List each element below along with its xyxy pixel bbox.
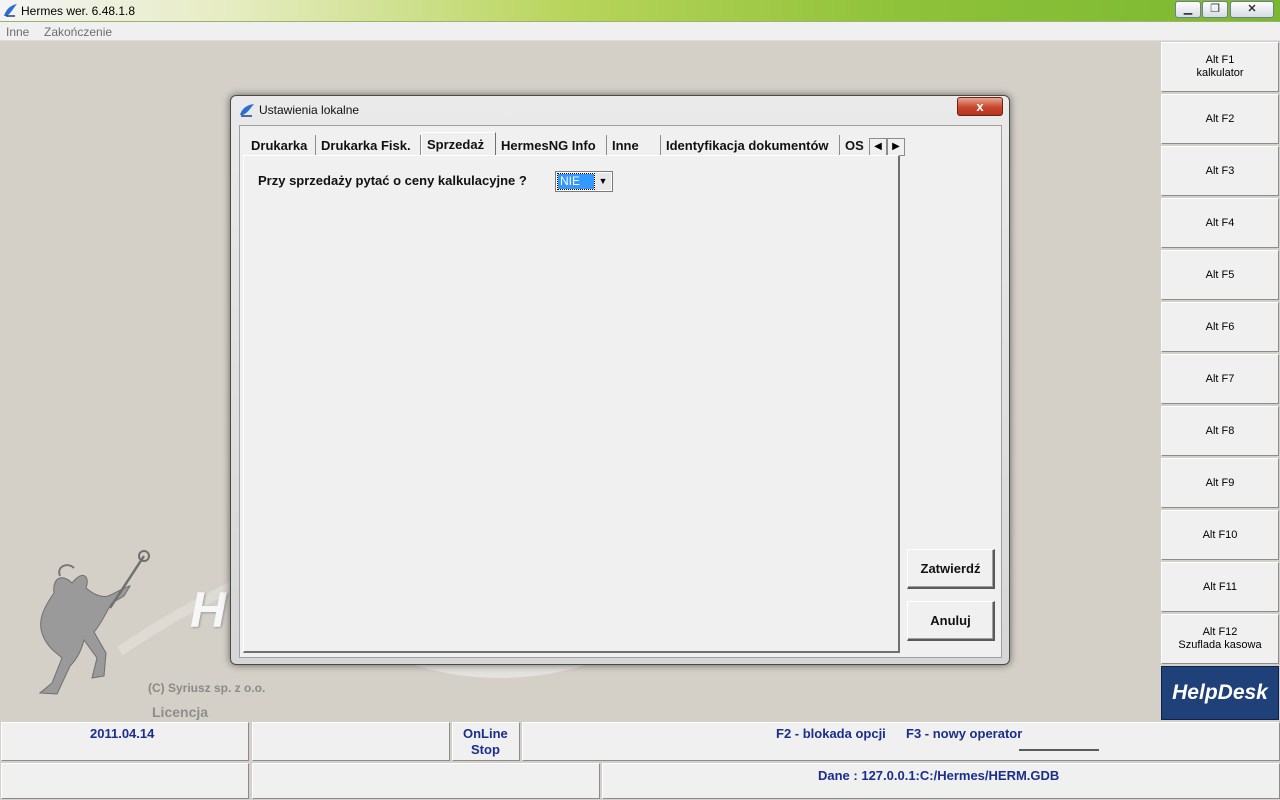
- ceny-kalkulacyjne-select[interactable]: NIE ▼: [555, 171, 613, 192]
- tab-drukarka-fisk[interactable]: Drukarka Fisk.: [316, 135, 421, 156]
- app-title: Hermes wer. 6.48.1.8: [21, 4, 136, 18]
- status-divider: [1019, 749, 1099, 751]
- fkey-key: Alt F4: [1205, 216, 1235, 229]
- status-stop: Stop: [471, 742, 500, 757]
- fkey-alt-f9-button[interactable]: Alt F9: [1161, 458, 1279, 508]
- fkey-key: Alt F11: [1202, 580, 1238, 593]
- fkey-key: Alt F6: [1205, 320, 1235, 333]
- fkey-key: Alt F12: [1202, 626, 1238, 638]
- status-database-path: Dane : 127.0.0.1:C:/Hermes/HERM.GDB: [818, 768, 1060, 783]
- chevron-down-icon[interactable]: ▼: [595, 173, 611, 190]
- hermes-app-icon: [4, 4, 17, 17]
- fkey-key: Alt F3: [1205, 164, 1235, 177]
- status-database-panel: Dane : 127.0.0.1:C:/Hermes/HERM.GDB: [602, 763, 1280, 799]
- fkey-label: kalkulator: [1196, 67, 1244, 79]
- fkey-alt-f7-button[interactable]: Alt F7: [1161, 354, 1279, 404]
- status-shortcuts-panel: F2 - blokada opcji F3 - nowy operator: [522, 722, 1280, 761]
- tab-hermesng-info[interactable]: HermesNG Info: [496, 135, 607, 156]
- tab-drukarka[interactable]: Drukarka: [246, 135, 316, 156]
- status-online: OnLine: [463, 726, 508, 741]
- fkey-panel: Alt F1 kalkulator Alt F2 Alt F3 Alt F4 Al…: [1160, 41, 1280, 722]
- zatwierdz-button[interactable]: Zatwierdź: [907, 549, 995, 589]
- status-f2-hint: F2 - blokada opcji: [776, 726, 886, 741]
- status-date: 2011.04.14: [90, 726, 155, 741]
- anuluj-button[interactable]: Anuluj: [907, 601, 995, 641]
- fkey-alt-f6-button[interactable]: Alt F6: [1161, 302, 1279, 352]
- dialog-title: Ustawienia lokalne: [259, 103, 360, 117]
- fkey-label: Szuflada kasowa: [1178, 639, 1262, 651]
- status-panel-empty: [252, 763, 600, 799]
- status-f3-hint: F3 - nowy operator: [906, 726, 1023, 741]
- ceny-kalkulacyjne-label: Przy sprzedaży pytać o ceny kalkulacyjne…: [258, 173, 527, 188]
- copyright-text: (C) Syriusz sp. z o.o.: [148, 681, 266, 695]
- status-date-panel: 2011.04.14: [1, 722, 249, 761]
- fkey-key: Alt F9: [1205, 476, 1235, 489]
- minimize-button[interactable]: ▁: [1175, 1, 1201, 18]
- close-window-button[interactable]: ✕: [1230, 1, 1274, 18]
- menu-item-zakonczenie[interactable]: Zakończenie: [44, 25, 112, 39]
- fkey-alt-f5-button[interactable]: Alt F5: [1161, 250, 1279, 300]
- status-panel-empty: [1, 763, 249, 799]
- tab-identyfikacja-dokumentow[interactable]: Identyfikacja dokumentów: [661, 135, 840, 156]
- dialog-client-area: Drukarka Drukarka Fisk. Sprzedaż HermesN…: [239, 125, 1002, 658]
- select-value: NIE: [557, 173, 595, 190]
- maximize-button[interactable]: ❐: [1202, 1, 1228, 18]
- fkey-alt-f8-button[interactable]: Alt F8: [1161, 406, 1279, 456]
- tab-inne[interactable]: Inne: [607, 135, 661, 156]
- status-panel-empty: [252, 722, 450, 761]
- fkey-alt-f3-button[interactable]: Alt F3: [1161, 146, 1279, 196]
- logo-text: H: [190, 582, 227, 638]
- fkey-alt-f12-button[interactable]: Alt F12 Szuflada kasowa: [1161, 614, 1279, 664]
- tab-panel-sprzedaz: Przy sprzedaży pytać o ceny kalkulacyjne…: [243, 155, 900, 653]
- helpdesk-button[interactable]: HelpDesk: [1161, 666, 1279, 720]
- status-online-panel[interactable]: OnLine Stop: [452, 722, 520, 761]
- tab-scroll-left-icon[interactable]: ◀: [869, 138, 887, 156]
- tab-os[interactable]: OS: [840, 135, 864, 156]
- fkey-key: Alt F8: [1205, 424, 1235, 437]
- menu-item-inne[interactable]: Inne: [6, 25, 29, 39]
- fkey-alt-f4-button[interactable]: Alt F4: [1161, 198, 1279, 248]
- tab-sprzedaz[interactable]: Sprzedaż: [421, 132, 496, 156]
- dialog-close-button[interactable]: x: [957, 97, 1003, 116]
- fkey-key: Alt F1: [1205, 54, 1235, 66]
- fkey-key: Alt F2: [1205, 112, 1235, 125]
- menu-bar: Inne Zakończenie: [0, 22, 1280, 41]
- fkey-alt-f1-button[interactable]: Alt F1 kalkulator: [1161, 42, 1279, 92]
- tab-scroll-right-icon[interactable]: ▶: [887, 138, 905, 156]
- local-settings-dialog: Ustawienia lokalne x Drukarka Drukarka F…: [230, 95, 1010, 665]
- title-bar: Hermes wer. 6.48.1.8 ▁ ❐ ✕: [0, 0, 1280, 22]
- dialog-app-icon: [240, 104, 254, 117]
- hermes-mascot-logo: [38, 550, 150, 695]
- fkey-alt-f10-button[interactable]: Alt F10: [1161, 510, 1279, 560]
- licencja-text: Licencja: [152, 704, 209, 720]
- fkey-key: Alt F10: [1202, 528, 1238, 541]
- fkey-alt-f11-button[interactable]: Alt F11: [1161, 562, 1279, 612]
- fkey-alt-f2-button[interactable]: Alt F2: [1161, 94, 1279, 144]
- fkey-key: Alt F7: [1205, 372, 1235, 385]
- tab-strip: Drukarka Drukarka Fisk. Sprzedaż HermesN…: [246, 132, 911, 156]
- fkey-key: Alt F5: [1205, 268, 1235, 281]
